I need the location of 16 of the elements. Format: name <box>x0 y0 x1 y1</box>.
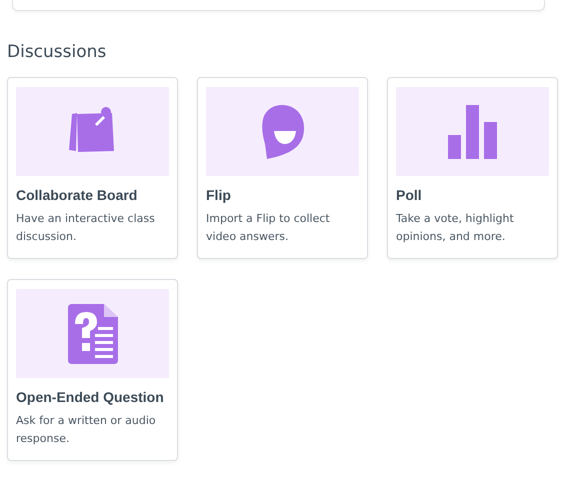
activity-card[interactable]: Flip Import a Flip to collect video answers. <box>197 77 368 259</box>
card-title: Open-Ended Question <box>16 388 165 406</box>
card-title: Flip <box>206 186 232 204</box>
card-description: Ask for a written or audio response. <box>16 413 157 447</box>
activity-card[interactable]: Poll Take a vote, highlight opinions, and more. <box>387 77 558 259</box>
card-description: Take a vote, highlight opinions, and more. <box>396 211 515 245</box>
card-title: Poll <box>396 186 423 204</box>
activity-card[interactable]: Open-Ended Question Ask for a written or audio response. <box>7 279 178 461</box>
card-description: Have an interactive class discussion. <box>16 211 156 245</box>
card-title: Collaborate Board <box>16 186 138 204</box>
section-heading: Discussions <box>7 41 108 63</box>
smiling-face-icon <box>260 104 306 160</box>
bar-chart-icon <box>448 104 498 158</box>
card-description: Import a Flip to collect video answers. <box>206 211 331 245</box>
activity-card[interactable]: Collaborate Board Have an interactive class discussion. <box>7 77 178 259</box>
question-document-icon <box>68 304 118 364</box>
